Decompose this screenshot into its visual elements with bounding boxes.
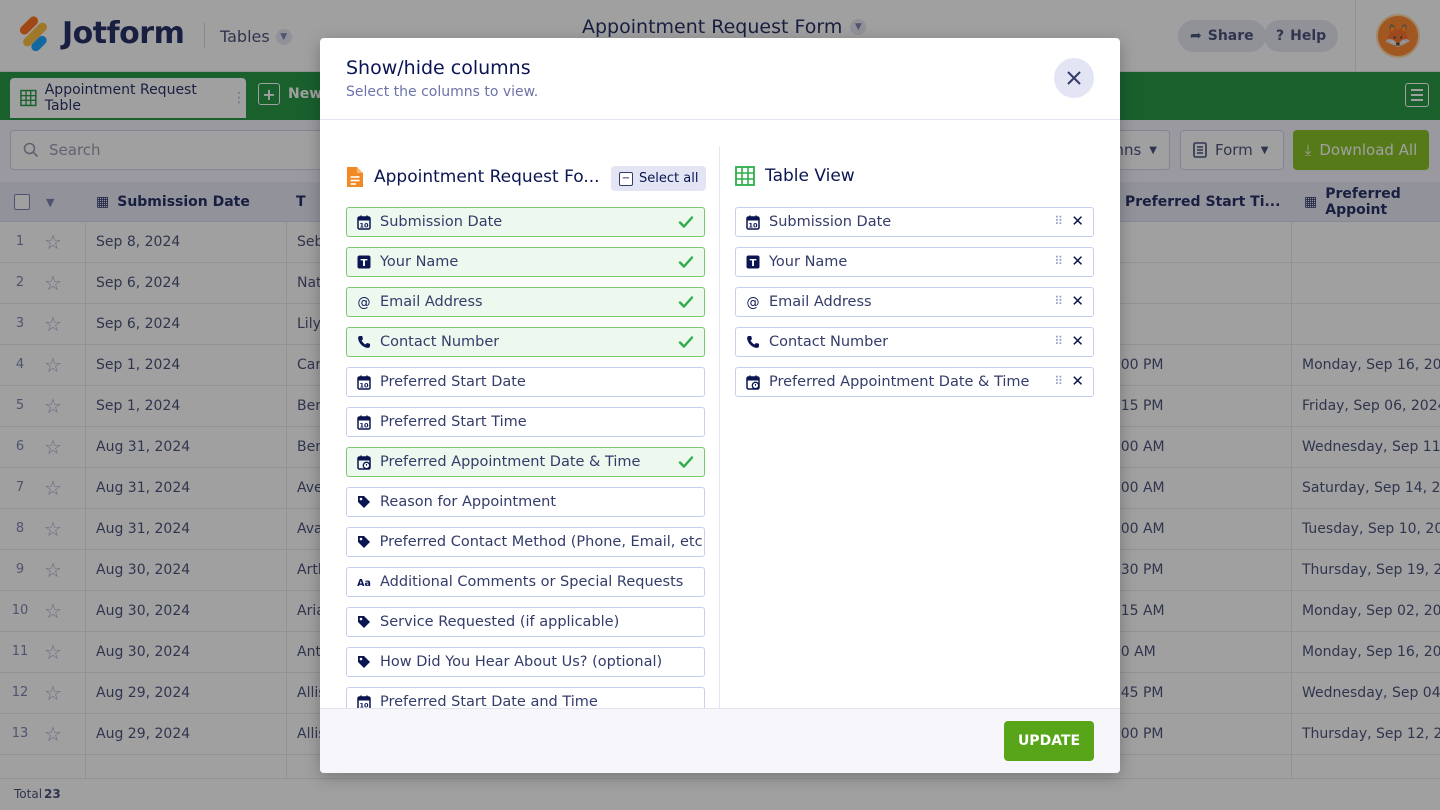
form-field-label: Preferred Appointment Date & Time <box>380 454 641 470</box>
svg-text:@: @ <box>358 296 371 310</box>
table-column-label: Email Address <box>769 294 872 310</box>
form-field-label: Email Address <box>380 294 483 310</box>
table-column-label: Your Name <box>769 254 848 270</box>
drag-handle-icon[interactable]: ⠿ <box>1054 374 1063 388</box>
form-field-label: Contact Number <box>380 334 500 350</box>
select-all-button[interactable]: − Select all <box>611 166 707 191</box>
calendar-icon: 10 <box>356 374 372 390</box>
form-field-how-did-you-hear-about-us-optional[interactable]: How Did You Hear About Us? (optional) <box>346 647 705 677</box>
phone-icon <box>745 334 761 350</box>
form-fields-title: Appointment Request Fo... <box>374 167 600 187</box>
table-view-title: Table View <box>765 166 855 186</box>
checkmark-icon <box>678 294 694 310</box>
text-icon: T <box>745 254 761 270</box>
table-column-submission-date[interactable]: 10 Submission Date ⠿ ✕ <box>735 207 1094 237</box>
svg-text:10: 10 <box>748 221 758 229</box>
remove-icon[interactable]: ✕ <box>1071 212 1084 230</box>
tag-icon <box>356 534 372 550</box>
datetime-icon <box>745 374 761 390</box>
form-field-reason-for-appointment[interactable]: Reason for Appointment <box>346 487 705 517</box>
form-fields-heading: Appointment Request Fo... <box>346 166 600 188</box>
calendar-icon: 10 <box>356 214 372 230</box>
form-field-submission-date[interactable]: 10 Submission Date <box>346 207 705 237</box>
form-field-your-name[interactable]: T Your Name <box>346 247 705 277</box>
form-field-email-address[interactable]: @ Email Address <box>346 287 705 317</box>
checkmark-icon <box>678 334 694 350</box>
form-field-label: Preferred Start Date <box>380 374 526 390</box>
remove-icon[interactable]: ✕ <box>1071 332 1084 350</box>
form-field-label: Additional Comments or Special Requests <box>380 574 684 590</box>
table-view-heading: Table View <box>735 166 855 186</box>
table-column-contact-number[interactable]: Contact Number ⠿ ✕ <box>735 327 1094 357</box>
phone-icon <box>356 334 372 350</box>
tag-icon <box>356 494 372 510</box>
table-column-preferred-appointment-date-time[interactable]: Preferred Appointment Date & Time ⠿ ✕ <box>735 367 1094 397</box>
form-field-preferred-start-date[interactable]: 10 Preferred Start Date <box>346 367 705 397</box>
grid-icon <box>735 166 755 186</box>
table-column-your-name[interactable]: T Your Name ⠿ ✕ <box>735 247 1094 277</box>
svg-text:10: 10 <box>359 221 369 229</box>
modal-header: Show/hide columns Select the columns to … <box>320 38 1120 120</box>
checkmark-icon <box>678 454 694 470</box>
form-fields-list: 10 Submission Date T Your Name @ Email Addres… <box>346 207 705 708</box>
drag-handle-icon[interactable]: ⠿ <box>1054 214 1063 228</box>
form-field-additional-comments-or-special-requests[interactable]: Aa Additional Comments or Special Request… <box>346 567 705 597</box>
svg-text:10: 10 <box>359 701 369 708</box>
at-icon: @ <box>356 294 372 310</box>
drag-handle-icon[interactable]: ⠿ <box>1054 254 1063 268</box>
tag-icon <box>356 654 372 670</box>
form-field-label: How Did You Hear About Us? (optional) <box>380 654 663 670</box>
checkmark-icon <box>678 254 694 270</box>
calendar-icon: 10 <box>356 694 372 708</box>
form-field-preferred-contact-method-phone-email-etc[interactable]: Preferred Contact Method (Phone, Email, … <box>346 527 705 557</box>
remove-icon[interactable]: ✕ <box>1071 372 1084 390</box>
select-all-label: Select all <box>639 171 699 186</box>
table-column-label: Preferred Appointment Date & Time <box>769 374 1030 390</box>
svg-text:Aa: Aa <box>357 578 371 589</box>
modal-title: Show/hide columns <box>346 57 531 79</box>
svg-text:T: T <box>361 258 368 269</box>
drag-handle-icon[interactable]: ⠿ <box>1054 334 1063 348</box>
form-field-preferred-start-date-and-time[interactable]: 10 Preferred Start Date and Time <box>346 687 705 708</box>
modal-footer <box>320 708 1120 773</box>
svg-text:10: 10 <box>359 381 369 389</box>
table-view-list: 10 Submission Date ⠿ ✕ T Your Name ⠿ ✕ @ Email Ad… <box>735 207 1094 467</box>
form-field-label: Submission Date <box>380 214 503 230</box>
text-icon: T <box>356 254 372 270</box>
form-field-label: Reason for Appointment <box>380 494 557 510</box>
remove-icon[interactable]: ✕ <box>1071 252 1084 270</box>
remove-icon[interactable]: ✕ <box>1071 292 1084 310</box>
divider <box>719 146 720 716</box>
tag-icon <box>356 614 372 630</box>
form-field-service-requested-if-applicable[interactable]: Service Requested (if applicable) <box>346 607 705 637</box>
close-button[interactable] <box>1054 58 1094 98</box>
update-button[interactable]: UPDATE <box>1004 721 1094 761</box>
svg-text:10: 10 <box>359 421 369 429</box>
form-field-contact-number[interactable]: Contact Number <box>346 327 705 357</box>
drag-handle-icon[interactable]: ⠿ <box>1054 294 1063 308</box>
calendar-icon: 10 <box>745 214 761 230</box>
form-document-icon <box>347 167 363 187</box>
table-column-email-address[interactable]: @ Email Address ⠿ ✕ <box>735 287 1094 317</box>
form-field-preferred-start-time[interactable]: 10 Preferred Start Time <box>346 407 705 437</box>
datetime-icon <box>356 454 372 470</box>
modal-subtitle: Select the columns to view. <box>346 84 539 100</box>
show-hide-columns-modal: Show/hide columns Select the columns to … <box>320 38 1120 773</box>
form-field-label: Preferred Start Time <box>380 414 527 430</box>
at-icon: @ <box>745 294 761 310</box>
form-field-label: Preferred Start Date and Time <box>380 694 598 708</box>
form-field-preferred-appointment-date-time[interactable]: Preferred Appointment Date & Time <box>346 447 705 477</box>
svg-text:@: @ <box>747 296 760 310</box>
table-column-label: Submission Date <box>769 214 892 230</box>
textarea-icon: Aa <box>356 574 372 590</box>
checkmark-icon <box>678 214 694 230</box>
table-column-label: Contact Number <box>769 334 889 350</box>
minus-checkbox-icon: − <box>619 171 633 186</box>
calendar-icon: 10 <box>356 414 372 430</box>
close-icon <box>1067 71 1081 85</box>
svg-text:T: T <box>750 258 757 269</box>
form-field-label: Your Name <box>380 254 459 270</box>
form-field-label: Preferred Contact Method (Phone, Email, … <box>379 534 704 550</box>
form-field-label: Service Requested (if applicable) <box>380 614 620 630</box>
